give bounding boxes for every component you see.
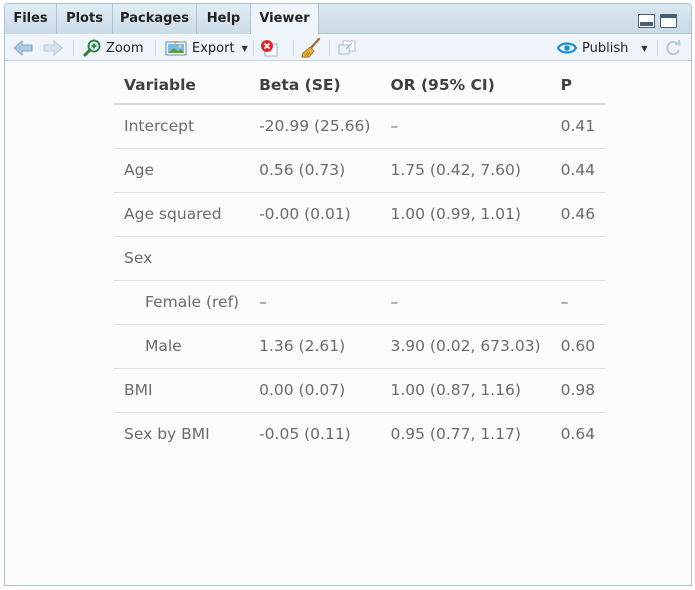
clear-all-button[interactable] <box>301 35 321 61</box>
table-header-row: Variable Beta (SE) OR (95% CI) P <box>114 66 606 105</box>
table-row: Male 1.36 (2.61) 3.90 (0.02, 673.03) 0.6… <box>114 324 606 369</box>
forward-button[interactable] <box>43 35 63 61</box>
cell-or: 1.00 (0.99, 1.01) <box>380 192 551 237</box>
back-button[interactable] <box>13 35 33 61</box>
results-table: Variable Beta (SE) OR (95% CI) P Interce… <box>114 66 606 456</box>
zoom-button[interactable]: Zoom <box>83 35 143 61</box>
tab-bar: Files Plots Packages Help Viewer <box>5 4 691 35</box>
cell-or: – <box>380 280 551 325</box>
cell-or: 3.90 (0.02, 673.03) <box>380 324 551 369</box>
cell-p <box>550 236 606 281</box>
chevron-down-icon: ▼ <box>641 43 648 53</box>
show-in-new-window-icon <box>338 40 356 55</box>
cell-beta: -0.00 (0.01) <box>249 192 381 237</box>
minimize-pane-button[interactable] <box>638 14 655 28</box>
cell-or: – <box>380 104 551 149</box>
remove-viewer-button[interactable] <box>260 35 278 61</box>
cell-p: 0.41 <box>550 104 606 149</box>
viewer-pane: Files Plots Packages Help Viewer Zoom Ex… <box>4 3 692 586</box>
arrow-right-icon <box>43 40 63 56</box>
zoom-icon <box>83 39 101 57</box>
cell-beta: -0.05 (0.11) <box>259 425 351 444</box>
table-row: Age squared -0.00 (0.01) 1.00 (0.99, 1.0… <box>114 192 606 237</box>
show-in-new-window-button[interactable] <box>337 35 357 61</box>
viewer-toolbar: Zoom Export ▼ Publish ▼ <box>5 35 691 61</box>
cell-variable: Age squared <box>114 192 250 237</box>
publish-icon <box>557 42 577 54</box>
column-header-p: P <box>550 66 606 105</box>
remove-viewer-icon <box>261 40 278 57</box>
cell-variable: Male <box>114 324 250 369</box>
export-menu-button[interactable]: Export ▼ <box>165 35 248 61</box>
cell-beta: 0.00 (0.07) <box>249 368 381 413</box>
cell-p: 0.98 <box>550 368 606 413</box>
column-header-variable: Variable <box>114 66 250 105</box>
export-icon <box>165 41 187 56</box>
refresh-button[interactable] <box>664 35 682 61</box>
cell-variable: Age <box>114 148 250 193</box>
column-header-or: OR (95% CI) <box>380 66 551 105</box>
cell-p: – <box>550 280 606 325</box>
cell-beta <box>249 236 381 281</box>
tab-help[interactable]: Help <box>197 4 251 34</box>
table-row: Sex by BMI -0.05 (0.11) 0.95 (0.77, 1.17… <box>114 412 605 456</box>
viewer-content: Variable Beta (SE) OR (95% CI) P Interce… <box>5 62 691 585</box>
cell-or: 1.00 (0.87, 1.16) <box>380 368 551 413</box>
cell-p: 0.64 <box>560 425 596 444</box>
maximize-pane-button[interactable] <box>660 14 677 28</box>
cell-variable: BMI <box>114 368 250 413</box>
cell-p: 0.60 <box>550 324 606 369</box>
export-label: Export <box>192 40 235 56</box>
table-row: Female (ref) – – – <box>114 280 606 325</box>
cell-or: 1.75 (0.42, 7.60) <box>380 148 551 193</box>
publish-label: Publish <box>582 40 629 56</box>
cell-variable: Sex by BMI <box>124 425 210 444</box>
tab-viewer[interactable]: Viewer <box>251 4 319 35</box>
cell-beta: -20.99 (25.66) <box>249 104 381 149</box>
cell-beta: – <box>249 280 381 325</box>
table-row: Intercept -20.99 (25.66) – 0.41 <box>114 104 606 149</box>
broom-icon <box>301 38 321 58</box>
cell-beta: 0.56 (0.73) <box>249 148 381 193</box>
arrow-left-icon <box>13 40 33 56</box>
cell-variable: Intercept <box>114 104 250 149</box>
tab-packages[interactable]: Packages <box>113 4 197 34</box>
cell-or <box>380 236 551 281</box>
publish-button[interactable]: Publish ▼ <box>557 35 648 61</box>
chevron-down-icon: ▼ <box>241 43 248 53</box>
zoom-label: Zoom <box>106 40 144 56</box>
cell-beta: 1.36 (2.61) <box>249 324 381 369</box>
cell-p: 0.44 <box>550 148 606 193</box>
cell-variable: Female (ref) <box>114 280 250 325</box>
table-row: Age 0.56 (0.73) 1.75 (0.42, 7.60) 0.44 <box>114 148 606 193</box>
tab-files[interactable]: Files <box>5 4 57 34</box>
table-row: BMI 0.00 (0.07) 1.00 (0.87, 1.16) 0.98 <box>114 368 606 413</box>
refresh-icon <box>666 39 681 56</box>
cell-or: 0.95 (0.77, 1.17) <box>390 425 521 444</box>
tab-plots[interactable]: Plots <box>57 4 113 34</box>
cell-variable: Sex <box>114 236 250 281</box>
table-row: Sex <box>114 236 606 281</box>
cell-p: 0.46 <box>550 192 606 237</box>
column-header-beta: Beta (SE) <box>249 66 381 105</box>
